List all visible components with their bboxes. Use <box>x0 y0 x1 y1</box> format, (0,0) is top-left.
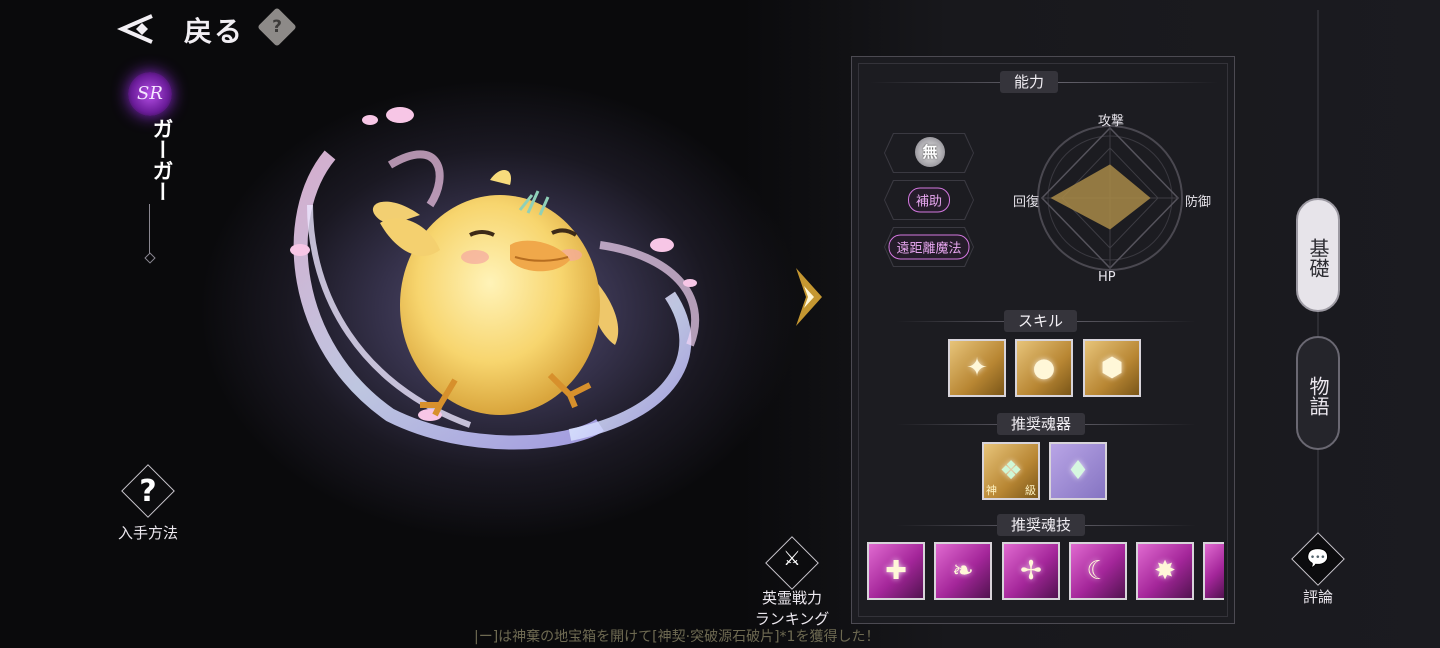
soul-skill-title: 推奨魂技 <box>997 514 1086 536</box>
moon-icon[interactable]: ☾ <box>1069 542 1127 600</box>
next-arrow-icon[interactable] <box>792 266 826 328</box>
question-icon: ? <box>139 474 157 509</box>
skill-slash-icon[interactable]: ✦ <box>948 339 1006 397</box>
character-name: ガーガー <box>150 118 174 202</box>
ranking-label-line1: 英霊戦力 <box>761 589 822 607</box>
ranking-label: 英霊戦力 ランキング <box>744 588 840 630</box>
ability-title: 能力 <box>1000 71 1059 93</box>
role-tag: 補助 <box>884 180 974 220</box>
skill-chick-icon[interactable]: ● <box>1015 339 1073 397</box>
element-tag: 無 <box>884 133 974 173</box>
weapon-crest-icon[interactable]: ♦ <box>1049 442 1107 500</box>
name-divider <box>149 204 150 254</box>
attack-type-tag: 遠距離魔法 <box>884 227 974 267</box>
weapon-title: 推奨魂器 <box>997 413 1086 435</box>
power-ranking-button[interactable]: ⚔ 英霊戦力 ランキング <box>744 536 840 630</box>
obtain-method-button[interactable]: ? 入手方法 <box>114 464 182 543</box>
news-ticker: |ー]は神棄の地宝箱を開けて[神契·突破源石破片]*1を獲得した！ <box>474 629 880 645</box>
element-badge: 無 <box>915 137 945 167</box>
attack-type-label: 遠距離魔法 <box>888 234 970 260</box>
skill-shield-icon[interactable]: ⬢ <box>1083 339 1141 397</box>
weapon-emblem-icon[interactable]: ❖ 神 級 <box>982 442 1040 500</box>
heal-plus-icon[interactable]: ✚ <box>867 542 925 600</box>
back-button[interactable]: 戻る <box>184 10 244 50</box>
chat-bubble-icon: 💬 <box>1306 548 1330 569</box>
character-portrait <box>290 107 699 450</box>
stat-radar-chart <box>1037 125 1183 271</box>
obtain-method-label: 入手方法 <box>117 524 178 542</box>
weapon-grade-right: 級 <box>1025 484 1036 497</box>
stat-attack-label: 攻撃 <box>1098 114 1125 129</box>
tab-story-label: 物語 <box>1306 376 1330 416</box>
partial-icon[interactable] <box>1203 542 1224 600</box>
back-icon[interactable] <box>116 12 156 46</box>
weapon-grade-left: 神 <box>986 484 997 497</box>
role-label: 補助 <box>907 187 951 213</box>
tab-basic-label: 基礎 <box>1306 238 1330 278</box>
stat-recovery-label: 回復 <box>1013 195 1040 210</box>
stat-hp-label: HP <box>1098 270 1116 285</box>
skill-title: スキル <box>1004 310 1078 332</box>
help-icon-glyph: ? <box>272 17 282 37</box>
plus-wave-icon[interactable]: ✢ <box>1002 542 1060 600</box>
help-icon[interactable]: ? <box>257 7 297 47</box>
burst-icon[interactable]: ✸ <box>1136 542 1194 600</box>
stat-defense-label: 防御 <box>1185 195 1212 210</box>
tab-story[interactable]: 物語 <box>1296 336 1340 450</box>
rarity-label: SR <box>137 83 163 104</box>
review-label: 評論 <box>1302 588 1333 606</box>
sword-icon: ⚔ <box>783 546 801 570</box>
feather-icon[interactable]: ❧ <box>934 542 992 600</box>
tab-basic[interactable]: 基礎 <box>1296 198 1340 312</box>
rarity-badge: SR <box>128 72 172 116</box>
review-button[interactable]: 💬 評論 <box>1290 532 1346 607</box>
